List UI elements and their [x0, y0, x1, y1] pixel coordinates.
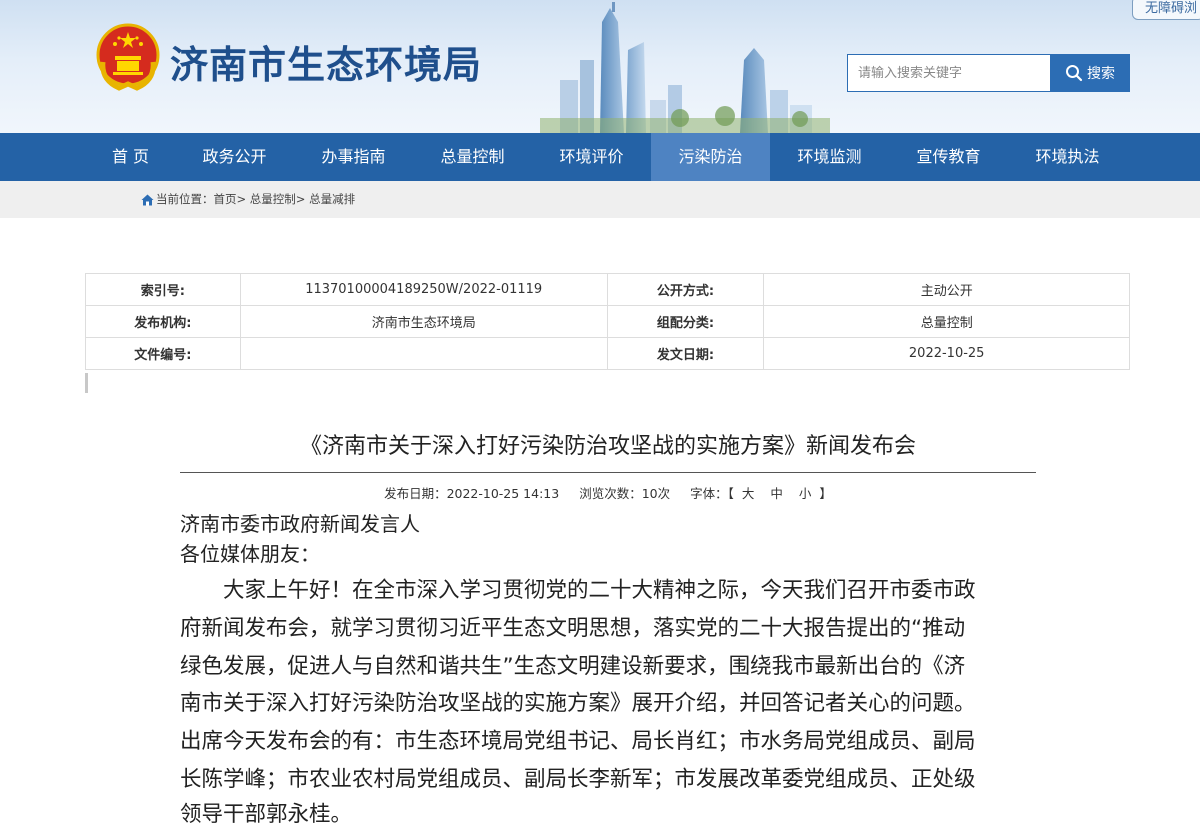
document-number-label: 文件编号: [85, 337, 241, 370]
breadcrumb-bar: 当前位置： 首页> 总量控制> 总量减排 [0, 181, 1200, 218]
font-size-bracket-open: 【 [727, 486, 734, 501]
nav-item-publicity-education[interactable]: 宣传教育 [889, 133, 1008, 181]
font-size-large[interactable]: 大 [742, 486, 755, 501]
table-row: 索引号: 11370100004189250W/2022-01119 公开方式:… [85, 273, 1130, 306]
body-line: 长陈学峰；市农业农村局党组成员、副局长李新军；市发展改革委党组成员、正处级 [180, 767, 976, 792]
issue-date-label: 发文日期: [606, 337, 765, 370]
font-size-control: 字体：【大中 小】 [690, 486, 832, 501]
breadcrumb-prefix: 当前位置： [156, 192, 214, 206]
search-button[interactable]: 搜索 [1050, 54, 1130, 92]
table-row: 文件编号: 发文日期: 2022-10-25 [85, 337, 1130, 370]
breadcrumb-total-control[interactable]: 总量控制> [250, 181, 306, 218]
font-size-medium[interactable]: 中 [770, 486, 783, 501]
disclosure-method-value: 主动公开 [763, 273, 1130, 306]
article-meta: 发布日期：2022-10-25 14:13 浏览次数：10次 字体：【大中 小】 [180, 483, 1036, 502]
nav-item-pollution-prevention[interactable]: 污染防治 [651, 133, 770, 181]
publish-date: 发布日期：2022-10-25 14:13 [384, 486, 560, 501]
body-line: 出席今天发布会的有：市生态环境局党组书记、局长肖红；市水务局党组成员、副局 [180, 729, 976, 754]
city-skyline-image [540, 2, 830, 133]
issue-date-value: 2022-10-25 [763, 337, 1130, 370]
nav-item-government-affairs[interactable]: 政务公开 [175, 133, 294, 181]
body-line: 府新闻发布会，就学习贯彻习近平生态文明思想，落实党的二十大报告提出的“推动 [180, 616, 966, 641]
title-divider [180, 472, 1036, 473]
national-emblem-icon [96, 23, 160, 91]
publisher-value: 济南市生态环境局 [239, 305, 608, 338]
site-title: 济南市生态环境局 [170, 43, 483, 87]
site-header: 无障碍浏 济南市生态环境局 请输入搜索关键字 搜索 [0, 0, 1200, 133]
nav-item-service-guide[interactable]: 办事指南 [294, 133, 413, 181]
greeting: 各位媒体朋友： [180, 542, 320, 566]
font-size-bracket-close: 】 [819, 486, 832, 501]
divider [85, 373, 88, 393]
accessibility-link[interactable]: 无障碍浏 [1132, 0, 1200, 20]
search-button-label: 搜索 [1087, 66, 1115, 82]
main-nav: 首 页 政务公开 办事指南 总量控制 环境评价 污染防治 环境监测 宣传教育 环… [0, 133, 1200, 181]
breadcrumb: 当前位置： 首页> 总量控制> 总量减排 [141, 181, 355, 218]
font-size-small[interactable]: 小 [799, 486, 812, 501]
search-icon [1066, 65, 1083, 82]
body-line: 绿色发展，促进人与自然和谐共生”生态文明建设新要求，围绕我市最新出台的《济 [180, 654, 966, 679]
speaker: 济南市委市政府新闻发言人 [180, 512, 420, 536]
nav-item-environmental-assessment[interactable]: 环境评价 [532, 133, 651, 181]
search-input[interactable] [847, 54, 1051, 92]
category-label: 组配分类: [606, 305, 765, 338]
article-title: 《济南市关于深入打好污染防治攻坚战的实施方案》新闻发布会 [299, 434, 916, 459]
view-count: 浏览次数：10次 [579, 486, 671, 501]
table-row: 发布机构: 济南市生态环境局 组配分类: 总量控制 [85, 305, 1130, 338]
breadcrumb-home[interactable]: 首页> [214, 181, 247, 218]
nav-item-home[interactable]: 首 页 [71, 133, 190, 181]
disclosure-method-label: 公开方式: [606, 273, 765, 306]
publisher-label: 发布机构: [85, 305, 241, 338]
body-line: 大家上午好！在全市深入学习贯彻党的二十大精神之际，今天我们召开市委市政 [180, 578, 976, 603]
body-line: 南市关于深入打好污染防治攻坚战的实施方案》展开介绍，并回答记者关心的问题。 [180, 691, 976, 716]
body-line: 领导干部郭永桂。 [180, 802, 353, 827]
category-value: 总量控制 [763, 305, 1130, 338]
index-number-value: 11370100004189250W/2022-01119 [239, 273, 608, 306]
index-number-label: 索引号: [85, 273, 241, 306]
nav-item-total-control[interactable]: 总量控制 [413, 133, 532, 181]
font-size-label: 字体： [690, 486, 728, 501]
document-meta-table: 索引号: 11370100004189250W/2022-01119 公开方式:… [85, 273, 1130, 370]
nav-item-law-enforcement[interactable]: 环境执法 [1008, 133, 1127, 181]
nav-item-environmental-monitoring[interactable]: 环境监测 [770, 133, 889, 181]
home-icon [141, 194, 154, 205]
document-number-value [239, 337, 608, 370]
breadcrumb-total-reduction[interactable]: 总量减排 [309, 181, 355, 218]
